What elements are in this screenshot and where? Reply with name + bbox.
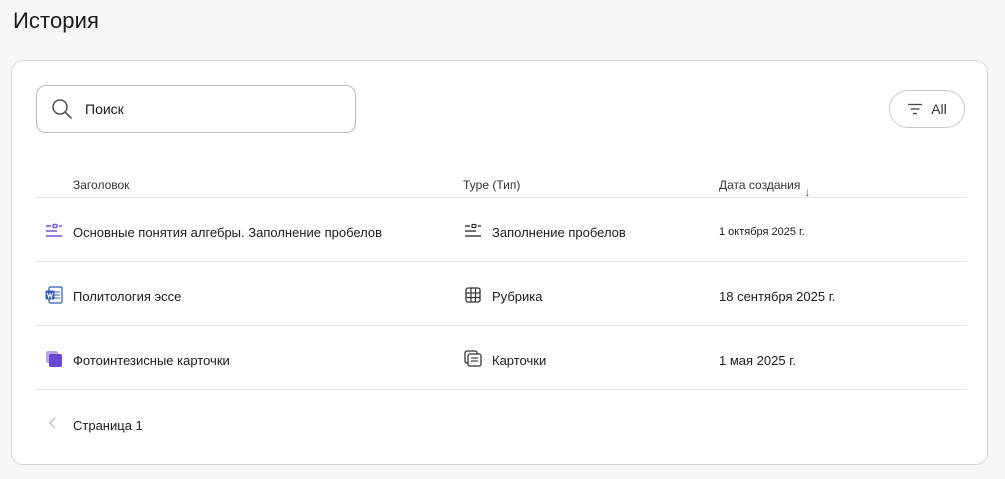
row-title[interactable]: Политология эссе: [73, 289, 181, 304]
row-date: 1 мая 2025 г.: [719, 353, 796, 368]
flashcards-icon: [46, 351, 62, 367]
history-card: All Заголовок Type (Тип) Дата создания↓ …: [11, 60, 988, 465]
history-table: Заголовок Type (Тип) Дата создания ↓ Осно…: [35, 171, 966, 390]
table-header: Заголовок Type (Тип) Дата создания ↓: [35, 171, 966, 199]
column-title[interactable]: Заголовок: [73, 178, 129, 192]
search-input[interactable]: [85, 98, 335, 120]
fill-blanks-icon: [46, 223, 62, 237]
column-type[interactable]: Type (Тип): [463, 178, 520, 192]
filter-label: All: [931, 101, 947, 117]
cards-type-icon: [464, 350, 482, 367]
row-title[interactable]: Фотоинтезисные карточки: [73, 353, 230, 368]
filter-icon: [908, 103, 923, 115]
row-type: Заполнение пробелов: [492, 225, 626, 240]
table-row[interactable]: Основные понятия алгебры. Заполнение про…: [35, 198, 966, 262]
column-date: Дата создания: [719, 178, 801, 192]
search-icon: [52, 99, 72, 119]
page-indicator: Страница 1: [73, 418, 143, 433]
search-box[interactable]: [36, 85, 356, 133]
page-title: История: [13, 8, 100, 33]
rubric-grid-icon: [465, 287, 481, 303]
row-date: 18 сентября 2025 г.: [719, 289, 836, 304]
row-type: Рубрика: [492, 289, 543, 304]
word-doc-icon: [45, 286, 63, 304]
fill-blanks-type-icon: [465, 223, 481, 237]
row-date: 1 октября 2025 г.: [719, 226, 805, 238]
table-row[interactable]: Фотоинтезисные карточки Карточки 1 мая 2…: [35, 326, 966, 390]
table-row[interactable]: Политология эссе Рубрика 18 сентября 202…: [35, 262, 966, 326]
chevron-left-icon[interactable]: [47, 415, 59, 431]
pagination: Страница 1: [35, 411, 335, 439]
row-title[interactable]: Основные понятия алгебры. Заполнение про…: [73, 225, 382, 240]
row-type: Карточки: [492, 353, 547, 368]
sort-down-icon: ↓: [804, 185, 811, 199]
filter-button[interactable]: All: [889, 90, 965, 128]
column-date-header[interactable]: Дата создания ↓: [719, 178, 810, 199]
